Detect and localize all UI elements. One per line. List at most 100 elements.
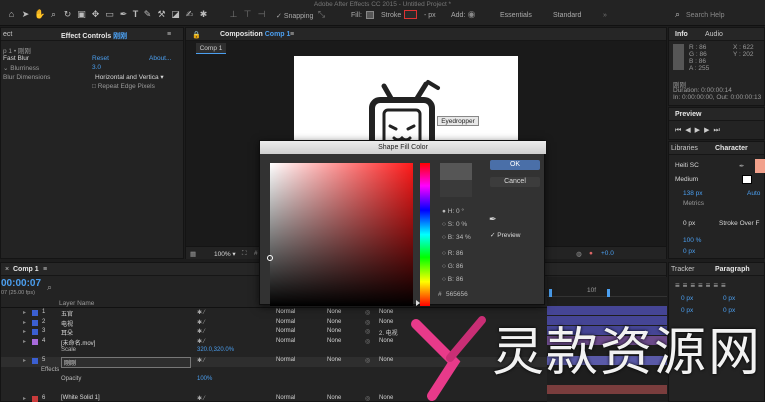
label-color-icon[interactable] bbox=[32, 319, 38, 326]
puppet-tool-icon[interactable]: ✱ bbox=[198, 9, 209, 20]
layer-switch-icons[interactable]: ✱ ⁄ bbox=[197, 395, 205, 402]
visibility-icon[interactable]: ▸ bbox=[23, 328, 26, 335]
ok-button[interactable]: OK bbox=[490, 160, 540, 170]
eraser-icon[interactable]: ◪ bbox=[170, 9, 181, 20]
reset-link[interactable]: Reset bbox=[92, 55, 109, 62]
layer-name[interactable]: 耳朵 bbox=[61, 328, 73, 337]
roto-brush-icon[interactable]: ✍ bbox=[184, 9, 195, 20]
effects-label[interactable]: Effects bbox=[41, 367, 59, 373]
clone-stamp-icon[interactable]: ⚒ bbox=[156, 9, 167, 20]
mode-select[interactable]: Normal bbox=[276, 309, 295, 315]
work-area-end[interactable] bbox=[607, 289, 610, 297]
view-axis-icon[interactable]: ⊣ bbox=[256, 9, 267, 20]
indent-right[interactable]: 0 px bbox=[723, 295, 735, 302]
snapping-checkbox[interactable]: ✓ Snapping bbox=[276, 12, 313, 20]
repeat-edge-checkbox[interactable]: □ Repeat Edge Pixels bbox=[92, 83, 155, 90]
about-link[interactable]: About... bbox=[149, 55, 171, 62]
layer-name[interactable]: 五官 bbox=[61, 309, 73, 318]
layer-switch-icons[interactable]: ✱ ⁄ bbox=[197, 309, 205, 316]
region-icon[interactable]: ⛶ bbox=[242, 250, 247, 258]
preview-tab[interactable]: Preview bbox=[675, 111, 701, 118]
stroke-swatch[interactable] bbox=[404, 10, 417, 19]
saturation-value[interactable]: 0 % bbox=[456, 221, 467, 228]
label-color-icon[interactable] bbox=[32, 329, 38, 336]
project-tab[interactable]: ect bbox=[3, 31, 12, 38]
label-color-icon[interactable] bbox=[32, 310, 38, 316]
world-axis-icon[interactable]: ⊤ bbox=[242, 9, 253, 20]
brush-tool-icon[interactable]: ✎ bbox=[142, 9, 153, 20]
add-label[interactable]: Add: bbox=[451, 12, 465, 19]
parent-select[interactable]: None bbox=[379, 309, 393, 315]
green-value[interactable]: 86 bbox=[456, 263, 463, 270]
hue-slider-handle[interactable] bbox=[416, 300, 420, 306]
composition-menu-icon[interactable]: ≡ bbox=[290, 31, 294, 38]
snap-options-icon[interactable]: ⤡ bbox=[316, 9, 327, 20]
visibility-icon[interactable]: ▸ bbox=[23, 309, 26, 316]
mode-select[interactable]: Normal bbox=[276, 395, 295, 401]
comp-sub-tab[interactable]: Comp 1 bbox=[196, 43, 226, 54]
hue-slider[interactable] bbox=[420, 163, 430, 306]
layer-switch-icons[interactable]: ✱ ⁄ bbox=[197, 319, 205, 326]
search-help-input[interactable]: Search Help bbox=[686, 12, 725, 19]
zoom-select[interactable]: 100% ▾ bbox=[214, 250, 236, 258]
font-style-select[interactable]: Medium bbox=[675, 176, 698, 183]
kerning-value[interactable]: Metrics bbox=[683, 200, 704, 207]
layer-name[interactable]: 电视 bbox=[61, 319, 73, 328]
fill-swatch[interactable] bbox=[366, 11, 374, 19]
work-area-start[interactable] bbox=[549, 289, 552, 297]
layer-name[interactable]: [未命名.mov] bbox=[61, 338, 95, 347]
visibility-icon[interactable]: ▸ bbox=[23, 319, 26, 326]
playback-controls[interactable]: ⏮◀▶▶⏭ bbox=[675, 126, 724, 135]
stroke-width[interactable]: - px bbox=[424, 12, 436, 19]
brightness-value[interactable]: 34 % bbox=[456, 234, 471, 241]
preview-checkbox[interactable]: ✓ Preview bbox=[490, 231, 520, 239]
grid-icon[interactable]: # bbox=[254, 250, 258, 257]
text-stroke-swatch[interactable] bbox=[742, 175, 752, 184]
pen-tool-icon[interactable]: ✒ bbox=[118, 9, 129, 20]
layer-switch-icons[interactable]: ✱ ⁄ bbox=[197, 357, 205, 364]
always-preview-icon[interactable]: ▦ bbox=[190, 250, 196, 258]
leading-value[interactable]: Auto bbox=[747, 190, 760, 197]
audio-tab[interactable]: Audio bbox=[705, 31, 723, 38]
home-icon[interactable]: ⌂ bbox=[6, 9, 17, 20]
vertical-scale-value[interactable]: 100 % bbox=[683, 237, 701, 244]
parent-select[interactable]: None bbox=[379, 395, 393, 401]
baseline-shift-value[interactable]: 0 px bbox=[683, 248, 695, 255]
blurriness-value[interactable]: 3.0 bbox=[92, 64, 101, 71]
stroke-over-select[interactable]: Stroke Over F bbox=[719, 220, 759, 227]
info-tab[interactable]: Info bbox=[675, 31, 688, 38]
current-color-preview[interactable] bbox=[440, 180, 472, 197]
label-color-icon[interactable] bbox=[32, 338, 38, 345]
stroke-width-value[interactable]: 0 px bbox=[683, 220, 695, 227]
paragraph-tab[interactable]: Paragraph bbox=[715, 266, 750, 273]
label-color-icon[interactable] bbox=[32, 358, 38, 364]
camera-snapshot-icon[interactable]: ◍ bbox=[576, 250, 582, 258]
timeline-search-icon[interactable]: ⌕ bbox=[47, 282, 52, 293]
color-picker-cursor[interactable] bbox=[267, 255, 273, 261]
workspace-essentials[interactable]: Essentials bbox=[500, 12, 532, 19]
label-color-icon[interactable] bbox=[32, 396, 38, 402]
show-channel-icon[interactable]: ● bbox=[589, 250, 593, 257]
tracker-tab[interactable]: Tracker bbox=[671, 266, 694, 273]
lock-icon[interactable]: 🔒 bbox=[192, 31, 201, 39]
local-axis-icon[interactable]: ⊥ bbox=[228, 9, 239, 20]
libraries-tab[interactable]: Libraries bbox=[671, 145, 698, 152]
stroke-label[interactable]: Stroke bbox=[381, 12, 401, 19]
trkmat-select[interactable]: None bbox=[327, 309, 341, 315]
visibility-icon[interactable]: ▸ bbox=[23, 395, 26, 402]
close-tab-icon[interactable]: × bbox=[5, 266, 9, 273]
dialog-eyedropper-icon[interactable]: ✒ bbox=[489, 214, 497, 225]
text-fill-swatch[interactable] bbox=[755, 159, 765, 173]
font-family-select[interactable]: Heiti SC bbox=[675, 162, 699, 169]
saturation-brightness-field[interactable] bbox=[270, 163, 413, 306]
hex-value-input[interactable]: 565656 bbox=[446, 291, 468, 298]
panel-menu-icon[interactable]: ≡ bbox=[167, 31, 171, 38]
align-buttons[interactable]: ≡≡≡≡≡≡≡ bbox=[675, 281, 729, 290]
workspace-standard[interactable]: Standard bbox=[553, 12, 581, 19]
fast-blur-name[interactable]: Fast Blur bbox=[3, 55, 29, 62]
pickwhip-icon[interactable]: ◎ bbox=[365, 309, 370, 316]
eyedropper-icon[interactable]: ✒ bbox=[739, 162, 744, 170]
type-tool-icon[interactable]: T bbox=[130, 9, 141, 20]
cancel-button[interactable]: Cancel bbox=[490, 177, 540, 187]
pan-behind-icon[interactable]: ✥ bbox=[90, 9, 101, 20]
